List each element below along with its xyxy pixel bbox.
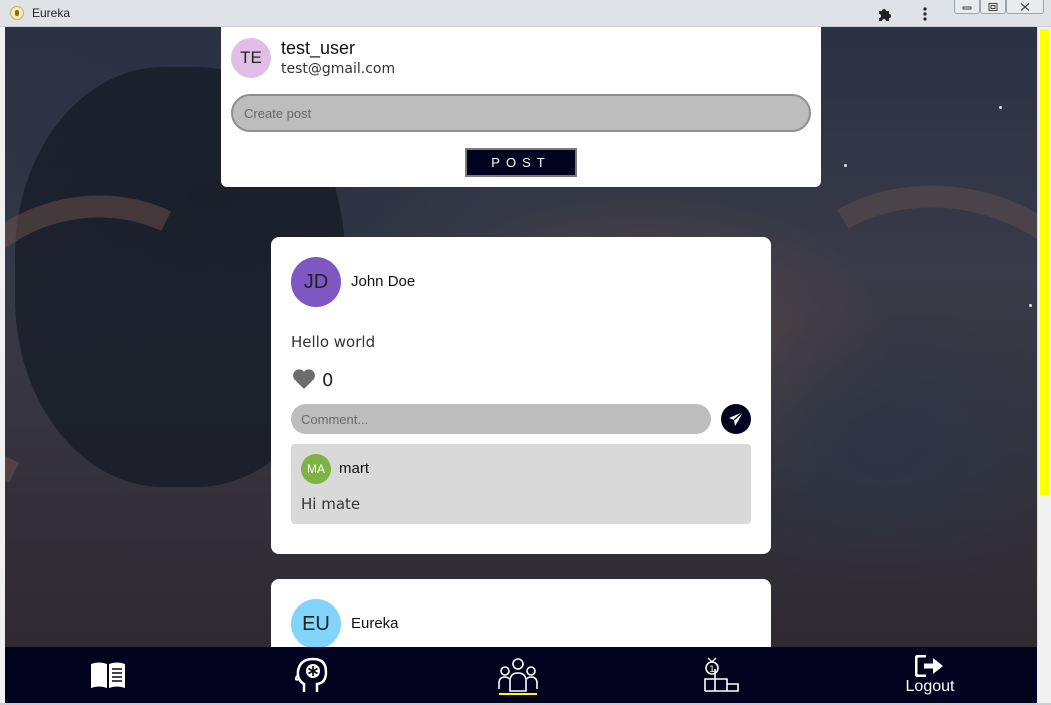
bottom-nav: 1 Logout xyxy=(5,647,1037,703)
post-author[interactable]: John Doe xyxy=(351,273,415,290)
nav-item-learn[interactable] xyxy=(83,647,133,703)
paper-plane-icon xyxy=(729,411,744,426)
comment-text: Hi mate xyxy=(301,495,361,513)
logout-icon xyxy=(915,655,943,677)
minimize-button[interactable] xyxy=(954,0,980,14)
close-icon xyxy=(1020,2,1030,11)
send-comment-button[interactable] xyxy=(721,404,751,434)
user-avatar[interactable]: TE xyxy=(231,38,271,78)
background-shape xyxy=(737,152,1037,522)
like-count: 0 xyxy=(322,370,334,391)
nav-item-mind[interactable] xyxy=(287,647,337,703)
background-star xyxy=(1029,304,1032,307)
mind-icon xyxy=(295,657,328,692)
scrollbar[interactable] xyxy=(1037,27,1051,647)
minimize-icon xyxy=(962,6,972,9)
post-text: Hello world xyxy=(291,333,376,351)
user-email: test@gmail.com xyxy=(281,61,396,77)
heart-icon[interactable] xyxy=(291,367,317,391)
book-icon xyxy=(91,662,125,688)
author-avatar[interactable]: EU xyxy=(291,599,341,647)
active-tab-indicator xyxy=(499,693,537,695)
commenter-avatar[interactable]: MA xyxy=(301,454,331,484)
background-star xyxy=(999,106,1002,109)
window-title: Eureka xyxy=(32,6,71,20)
post-button[interactable]: POST xyxy=(465,148,577,177)
feed-viewport: TE test_user test@gmail.com POST JD John… xyxy=(5,27,1037,647)
username: test_user xyxy=(281,38,356,58)
post-card: EU Eureka xyxy=(271,579,771,647)
community-icon xyxy=(498,658,538,692)
nav-item-logout[interactable]: Logout xyxy=(897,647,963,703)
puzzle-icon[interactable] xyxy=(876,5,894,23)
maximize-icon xyxy=(988,2,998,11)
nav-item-leaderboard[interactable]: 1 xyxy=(697,647,745,703)
create-post-input[interactable] xyxy=(231,94,811,132)
comment-author[interactable]: mart xyxy=(339,460,369,477)
author-avatar[interactable]: JD xyxy=(291,257,341,307)
post-card: JD John Doe Hello world 0 MA mart Hi mat… xyxy=(271,237,771,554)
create-post-card: TE test_user test@gmail.com POST xyxy=(221,27,821,187)
close-button[interactable] xyxy=(1006,0,1044,14)
logout-label: Logout xyxy=(905,678,955,695)
kebab-menu-icon[interactable] xyxy=(918,5,932,23)
window-titlebar: Eureka xyxy=(0,0,1051,27)
comment-input[interactable] xyxy=(291,404,711,434)
leaderboard-icon: 1 xyxy=(704,657,739,692)
app-icon xyxy=(10,6,24,20)
scrollbar-thumb[interactable] xyxy=(1040,29,1049,495)
maximize-button[interactable] xyxy=(980,0,1006,14)
background-star xyxy=(844,164,847,167)
post-author[interactable]: Eureka xyxy=(351,615,399,632)
svg-text:1: 1 xyxy=(709,665,715,675)
comment-item: MA mart Hi mate xyxy=(291,444,751,524)
